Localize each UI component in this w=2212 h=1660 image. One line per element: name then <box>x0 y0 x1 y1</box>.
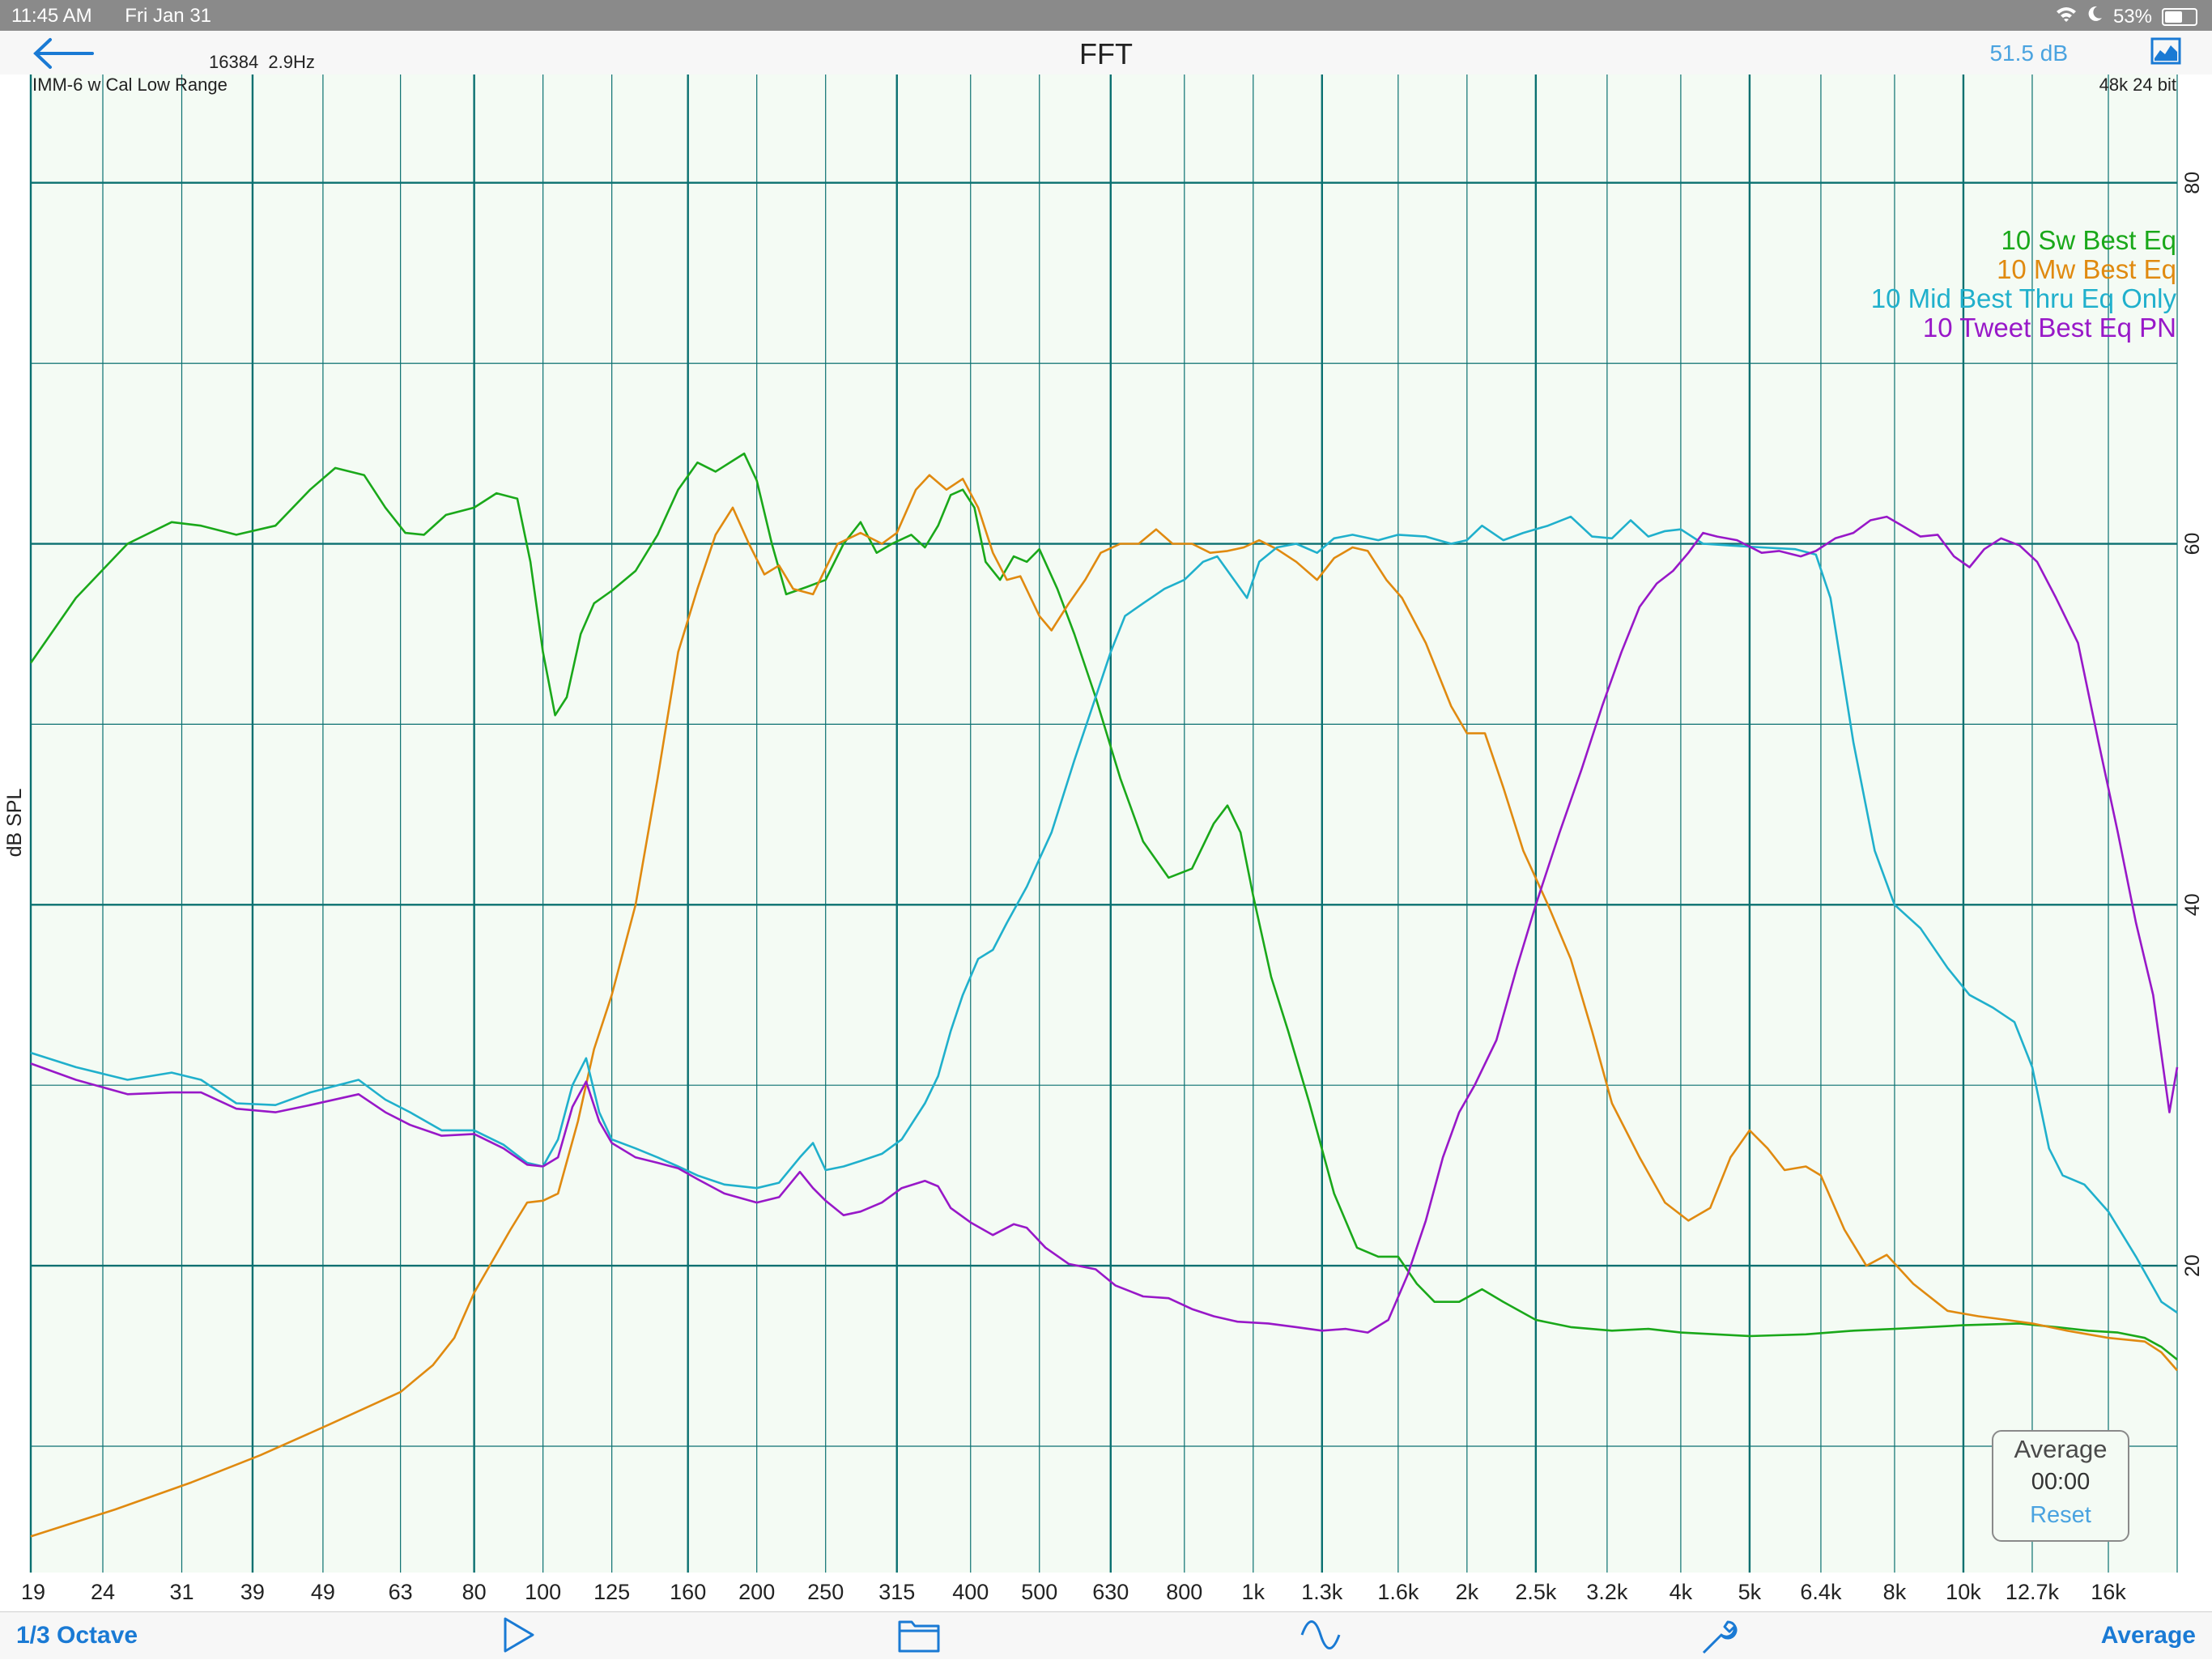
fft-resolution-value: 2.9Hz <box>268 52 315 72</box>
x-tick-label: 800 <box>1166 1580 1202 1604</box>
x-tick-label: 100 <box>525 1580 561 1604</box>
fft-plot[interactable]: IMM-6 w Cal Low Range 48k 24 bit dB SPL … <box>0 74 2212 1611</box>
x-tick-label: 8k <box>1883 1580 1907 1604</box>
legend-entry: 10 Mw Best Eq <box>1997 254 2176 284</box>
x-tick-label: 1.3k <box>1301 1580 1343 1604</box>
play-icon <box>504 1617 534 1653</box>
x-ticks: 19 24 31 39 49 63 80 100 125 160 200 250 315 400 500 63… <box>21 1580 2126 1604</box>
x-tick-label: 49 <box>311 1580 335 1604</box>
y-tick-label: 60 <box>2181 533 2204 555</box>
status-bar: 11:45 AM Fri Jan 31 53% <box>0 0 2212 31</box>
x-tick-label: 6.4k <box>1800 1580 1842 1604</box>
x-tick-label: 5k <box>1738 1580 1762 1604</box>
legend-entry: 10 Tweet Best Eq PN <box>1923 313 2176 343</box>
graph-icon <box>2150 37 2181 65</box>
average-time: 00:00 <box>2031 1469 2091 1495</box>
y-tick-label: 80 <box>2181 172 2204 194</box>
x-tick-label: 315 <box>878 1580 915 1604</box>
x-tick-label: 39 <box>240 1580 265 1604</box>
subtitle-right: 48k 24 bit <box>2099 74 2176 95</box>
x-tick-label: 2.5k <box>1515 1580 1557 1604</box>
fft-size-readout: 16384 2.9Hz <box>209 52 315 73</box>
x-tick-label: 19 <box>21 1580 45 1604</box>
plot-background <box>31 74 2177 1573</box>
x-tick-label: 80 <box>462 1580 487 1604</box>
top-bar: 16384 2.9Hz FFT 51.5 dB <box>0 31 2212 74</box>
x-tick-label: 1k <box>1242 1580 1266 1604</box>
legend-entry: 10 Mid Best Thru Eq Only <box>1871 283 2177 313</box>
moon-icon <box>2087 5 2104 28</box>
average-title: Average <box>2014 1435 2108 1463</box>
battery-icon <box>2162 7 2197 26</box>
battery-percent: 53% <box>2112 5 2152 28</box>
x-tick-label: 630 <box>1092 1580 1129 1604</box>
y-axis-label: dB SPL <box>3 789 26 858</box>
play-button[interactable] <box>500 1615 538 1658</box>
octave-button[interactable]: 1/3 Octave <box>16 1622 138 1649</box>
x-tick-label: 16k <box>2091 1580 2126 1604</box>
y-ticks: 20 40 60 80 <box>2181 172 2204 1277</box>
x-tick-label: 400 <box>952 1580 989 1604</box>
subtitle-left: IMM-6 w Cal Low Range <box>32 74 228 95</box>
y-tick-label: 40 <box>2181 893 2204 916</box>
average-panel: Average 00:00 Reset <box>1992 1430 2129 1542</box>
x-tick-label: 63 <box>389 1580 413 1604</box>
x-tick-label: 10k <box>1946 1580 1981 1604</box>
x-tick-label: 4k <box>1670 1580 1693 1604</box>
sine-wave-icon <box>1300 1620 1341 1649</box>
status-time: 11:45 AM <box>11 5 92 27</box>
x-tick-label: 200 <box>738 1580 775 1604</box>
status-date: Fri Jan 31 <box>125 5 212 27</box>
signal-generator-button[interactable] <box>1299 1615 1342 1658</box>
wifi-icon <box>2055 5 2078 28</box>
x-tick-label: 2k <box>1456 1580 1479 1604</box>
x-tick-label: 3.2k <box>1586 1580 1628 1604</box>
page-title: FFT <box>1079 37 1133 70</box>
y-tick-label: 20 <box>2181 1254 2204 1277</box>
level-readout: 51.5 dB <box>1989 40 2068 66</box>
folder-icon <box>898 1620 940 1653</box>
average-mode-button[interactable]: Average <box>2101 1622 2196 1649</box>
wrench-icon <box>1702 1620 1738 1654</box>
reset-button[interactable]: Reset <box>1993 1502 2128 1529</box>
x-tick-label: 24 <box>91 1580 115 1604</box>
x-tick-label: 1.6k <box>1377 1580 1419 1604</box>
x-tick-label: 31 <box>169 1580 194 1604</box>
x-tick-label: 500 <box>1021 1580 1057 1604</box>
settings-button[interactable] <box>1697 1615 1742 1660</box>
graph-options-button[interactable] <box>2150 37 2181 69</box>
x-tick-label: 12.7k <box>2006 1580 2060 1604</box>
x-tick-label: 160 <box>670 1580 706 1604</box>
files-button[interactable] <box>897 1615 941 1658</box>
bottom-toolbar: 1/3 Octave Average <box>0 1611 2212 1659</box>
x-tick-label: 125 <box>593 1580 630 1604</box>
x-tick-label: 250 <box>807 1580 844 1604</box>
back-arrow-icon <box>33 38 94 69</box>
legend-entry: 10 Sw Best Eq <box>2001 225 2176 255</box>
fft-size-value: 16384 <box>209 52 259 72</box>
back-button[interactable] <box>31 37 96 74</box>
